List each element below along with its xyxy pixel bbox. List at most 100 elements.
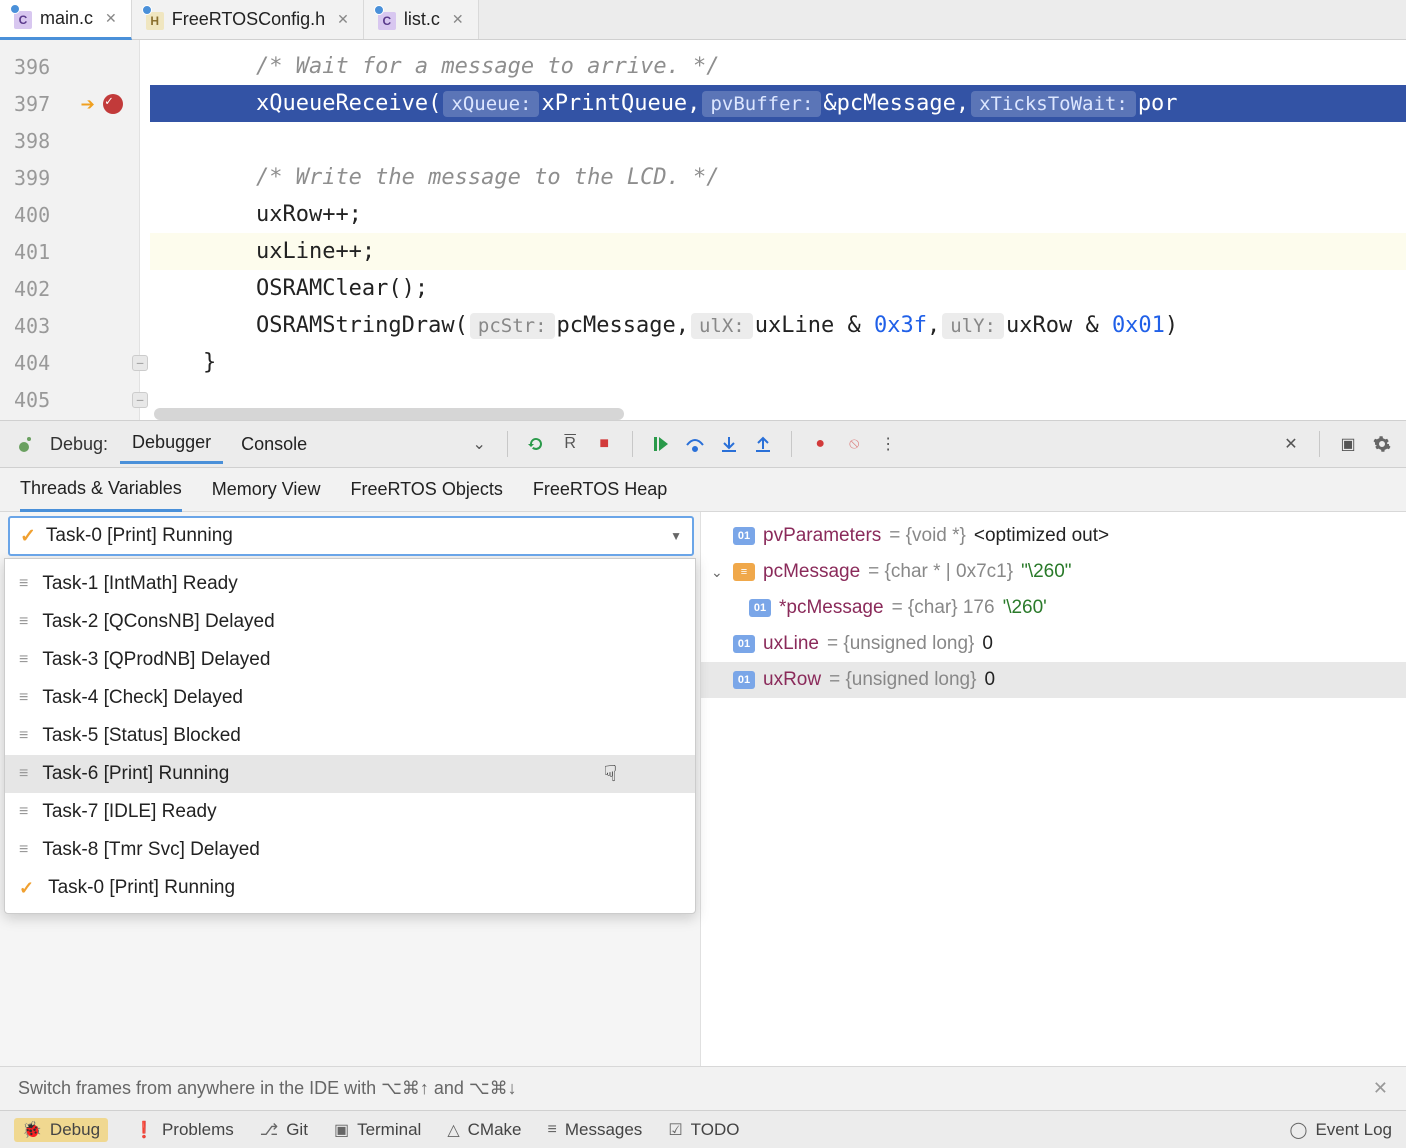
code-editor[interactable]: 396 397 ➔ ✓ 398 399 400 401 402 403 404—… [0, 40, 1406, 420]
reset-button[interactable]: R [556, 430, 584, 458]
code-text: uxRow++; [256, 202, 362, 227]
cmake-tool-window[interactable]: △CMake [447, 1120, 521, 1140]
step-into-button[interactable] [715, 430, 743, 458]
triangle-icon: △ [447, 1120, 459, 1140]
threads-variables-tab[interactable]: Threads & Variables [20, 468, 182, 512]
console-tab[interactable]: Console [229, 426, 319, 463]
code-text: } [203, 350, 216, 375]
stack-frame-icon: ≡ [19, 613, 28, 631]
code-comment: /* Wait for a message to arrive. */ [256, 54, 720, 79]
bubble-icon: ◯ [1290, 1120, 1308, 1140]
close-icon[interactable]: ✕ [333, 11, 349, 28]
variable-row[interactable]: ⌄ ≡ pcMessage = {char * | 0x7c1} "\260" [701, 554, 1406, 590]
branch-icon: ⎇ [260, 1120, 278, 1140]
stop-button[interactable]: ■ [590, 430, 618, 458]
debug-label: Debug: [44, 434, 114, 455]
file-modified-dot-icon [142, 5, 152, 15]
thread-item[interactable]: ≡Task-7 [IDLE] Ready [5, 793, 695, 831]
resume-button[interactable] [647, 430, 675, 458]
thread-item[interactable]: ≡Task-5 [Status] Blocked [5, 717, 695, 755]
close-icon[interactable]: ✕ [101, 10, 117, 27]
step-out-button[interactable] [749, 430, 777, 458]
code-area[interactable]: /* Wait for a message to arrive. */ xQue… [140, 40, 1406, 420]
step-over-button[interactable] [681, 430, 709, 458]
problems-tool-window[interactable]: ❗Problems [134, 1120, 234, 1140]
close-icon[interactable]: ✕ [1373, 1078, 1388, 1099]
gutter[interactable]: 396 397 ➔ ✓ 398 399 400 401 402 403 404—… [0, 40, 140, 420]
variables-column: 01 pvParameters = {void *} <optimized ou… [700, 512, 1406, 1066]
chevron-down-icon[interactable]: ⌄ [465, 430, 493, 458]
rerun-button[interactable] [522, 430, 550, 458]
thread-item[interactable]: ≡Task-2 [QConsNB] Delayed [5, 603, 695, 641]
thread-item[interactable]: ≡Task-1 [IntMath] Ready [5, 565, 695, 603]
view-breakpoints-button[interactable]: ● [806, 430, 834, 458]
tab-label: main.c [40, 8, 93, 29]
tip-text: Switch frames from anywhere in the IDE w… [18, 1078, 517, 1099]
thread-dropdown[interactable]: ≡Task-1 [IntMath] Ready ≡Task-2 [QConsNB… [4, 558, 696, 914]
bug-icon: 🐞 [22, 1120, 42, 1140]
threads-column: ✓ Task-0 [Print] Running ▼ ≡Task-1 [IntM… [0, 512, 700, 1066]
debug-body: ✓ Task-0 [Print] Running ▼ ≡Task-1 [IntM… [0, 512, 1406, 1066]
gear-icon[interactable] [1368, 430, 1396, 458]
stack-frame-icon: ≡ [19, 651, 28, 669]
breakpoint-verified-icon: ✓ [105, 94, 121, 110]
close-icon[interactable]: ✕ [448, 11, 464, 28]
tab-label: list.c [404, 9, 440, 30]
param-hint: pcStr: [470, 313, 555, 339]
thread-selector-label: Task-0 [Print] Running [46, 525, 233, 547]
struct-icon: ≡ [733, 563, 755, 581]
editor-tabs: C main.c ✕ H FreeRTOSConfig.h ✕ C list.c… [0, 0, 1406, 40]
primitive-icon: 01 [749, 599, 771, 617]
separator [632, 431, 633, 457]
param-hint: pvBuffer: [702, 91, 821, 117]
tab-freertosconfig-h[interactable]: H FreeRTOSConfig.h ✕ [132, 0, 364, 39]
memory-view-tab[interactable]: Memory View [212, 469, 321, 510]
stack-frame-icon: ≡ [19, 575, 28, 593]
tab-list-c[interactable]: C list.c ✕ [364, 0, 479, 39]
bottom-bar: 🐞Debug ❗Problems ⎇Git ▣Terminal △CMake ≡… [0, 1110, 1406, 1148]
terminal-tool-window[interactable]: ▣Terminal [334, 1120, 421, 1140]
variable-row[interactable]: 01 *pcMessage = {char} 176 '\260' [701, 590, 1406, 626]
thread-item[interactable]: ≡Task-6 [Print] Running☟ [5, 755, 695, 793]
tab-label: FreeRTOSConfig.h [172, 9, 325, 30]
freertos-heap-tab[interactable]: FreeRTOS Heap [533, 469, 667, 510]
param-hint: xTicksToWait: [971, 91, 1136, 117]
todo-tool-window[interactable]: ☑TODO [668, 1120, 739, 1140]
debugger-tab[interactable]: Debugger [120, 424, 223, 464]
line-number: 397 [14, 92, 50, 116]
freertos-objects-tab[interactable]: FreeRTOS Objects [350, 469, 502, 510]
code-text: OSRAMClear(); [256, 276, 428, 301]
thread-item[interactable]: ✓Task-0 [Print] Running [5, 869, 695, 907]
stack-frame-icon: ≡ [19, 803, 28, 821]
chevron-down-icon[interactable]: ⌄ [711, 564, 725, 581]
file-modified-dot-icon [374, 5, 384, 15]
line-number: 401 [14, 240, 50, 264]
tab-main-c[interactable]: C main.c ✕ [0, 0, 132, 40]
layout-icon[interactable]: ▣ [1334, 430, 1362, 458]
more-icon[interactable]: ⋮ [874, 430, 902, 458]
variable-row[interactable]: 01 uxRow = {unsigned long} 0 [701, 662, 1406, 698]
messages-tool-window[interactable]: ≡Messages [547, 1120, 642, 1140]
close-icon[interactable]: ✕ [1277, 430, 1305, 458]
debug-tool-window[interactable]: 🐞Debug [14, 1118, 108, 1142]
line-number: 398 [14, 129, 50, 153]
thread-item[interactable]: ≡Task-3 [QProdNB] Delayed [5, 641, 695, 679]
current-line: xQueueReceive( xQueue: xPrintQueue, pvBu… [150, 85, 1406, 122]
code-comment: /* Write the message to the LCD. */ [256, 165, 720, 190]
debug-tool-icon[interactable] [10, 430, 38, 458]
variable-row[interactable]: 01 pvParameters = {void *} <optimized ou… [701, 518, 1406, 554]
thread-item[interactable]: ≡Task-4 [Check] Delayed [5, 679, 695, 717]
git-tool-window[interactable]: ⎇Git [260, 1120, 308, 1140]
todo-icon: ☑ [668, 1120, 682, 1140]
variable-row[interactable]: 01 uxLine = {unsigned long} 0 [701, 626, 1406, 662]
thread-item[interactable]: ≡Task-8 [Tmr Svc] Delayed [5, 831, 695, 869]
horizontal-scrollbar[interactable] [154, 408, 624, 420]
list-icon: ≡ [547, 1121, 556, 1139]
file-modified-dot-icon [10, 4, 20, 14]
thread-selector[interactable]: ✓ Task-0 [Print] Running ▼ [8, 516, 694, 556]
mute-breakpoints-button[interactable]: ⦸ [840, 430, 868, 458]
chevron-down-icon: ▼ [670, 529, 682, 543]
line-number: 400 [14, 203, 50, 227]
event-log-tool-window[interactable]: ◯Event Log [1290, 1120, 1392, 1140]
debug-subtabs: Threads & Variables Memory View FreeRTOS… [0, 468, 1406, 512]
